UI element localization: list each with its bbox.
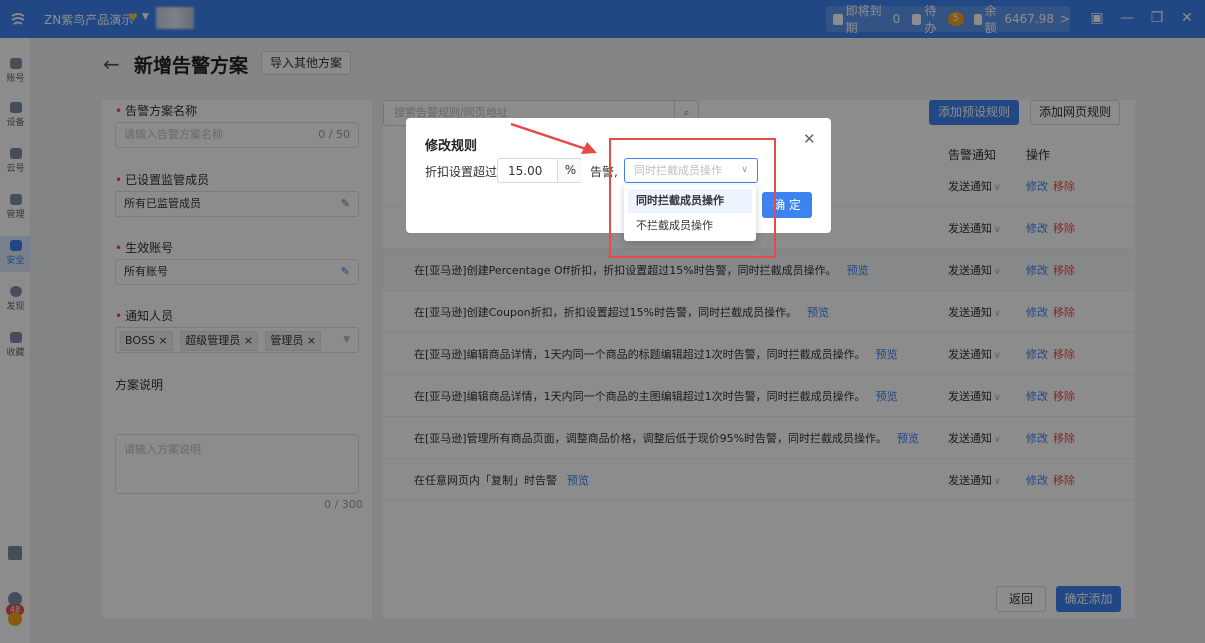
threshold-input[interactable]: 15.00 % [497, 158, 583, 183]
percent-unit: % [557, 159, 583, 182]
dialog-title: 修改规则 [425, 139, 478, 154]
threshold-label: 折扣设置超过 [425, 165, 498, 179]
highlight-box [609, 138, 776, 258]
threshold-value: 15.00 [508, 164, 543, 178]
close-icon[interactable]: ✕ [803, 130, 816, 148]
modal-mask[interactable] [0, 0, 1205, 643]
annotation-arrow-icon [510, 122, 597, 154]
